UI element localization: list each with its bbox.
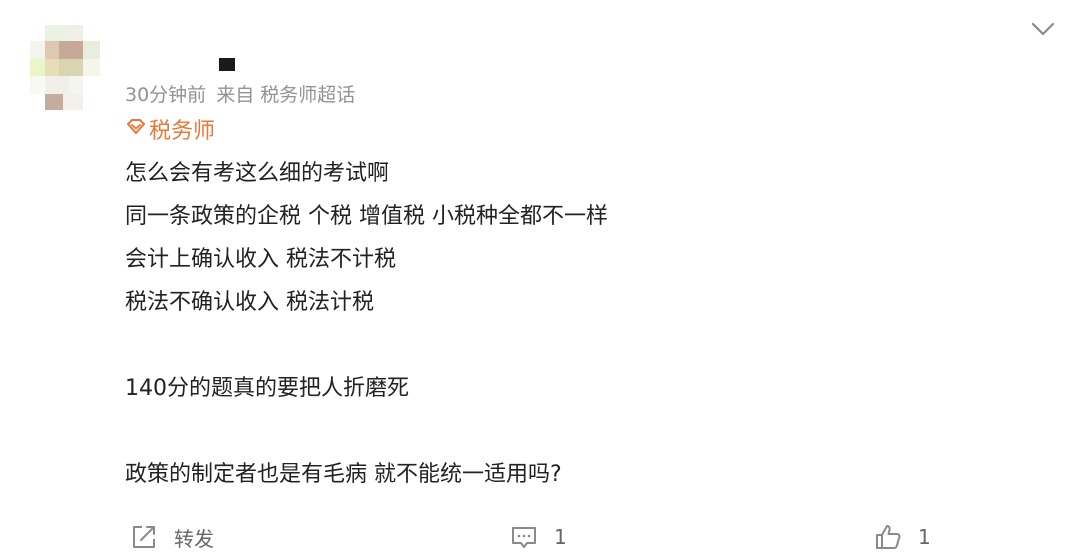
- username-redacted: [219, 58, 235, 71]
- post-content: 怎么会有考这么细的考试啊 同一条政策的企税 个税 增值税 小税种全都不一样 会计…: [125, 152, 1025, 496]
- post-source[interactable]: 来自 税务师超话: [216, 84, 355, 106]
- post-meta: 30分钟前 来自 税务师超话: [125, 80, 355, 107]
- post-time: 30分钟前: [125, 84, 207, 106]
- repost-label: 转发: [174, 526, 214, 551]
- avatar[interactable]: [30, 25, 100, 110]
- comment-button[interactable]: 1: [510, 520, 567, 554]
- comment-icon: [510, 523, 538, 551]
- content-blank-line: [125, 410, 1025, 453]
- share-icon: [130, 523, 158, 551]
- comment-count: 1: [554, 525, 567, 549]
- supertopic-diamond-icon: [125, 117, 149, 142]
- content-line: 会计上确认收入 税法不计税: [125, 247, 396, 272]
- supertopic-badge[interactable]: 税务师: [125, 115, 216, 144]
- content-blank-line: [125, 324, 1025, 367]
- content-line: 怎么会有考这么细的考试啊: [125, 161, 390, 186]
- repost-button[interactable]: 转发: [130, 520, 214, 554]
- content-line: 政策的制定者也是有毛病 就不能统一适用吗?: [125, 462, 562, 487]
- thumbs-up-icon: [874, 523, 902, 551]
- chevron-down-icon[interactable]: [1030, 18, 1056, 40]
- like-count: 1: [918, 525, 931, 549]
- badge-label: 税务师: [149, 119, 216, 144]
- content-line: 140分的题真的要把人折磨死: [125, 376, 409, 401]
- like-button[interactable]: 1: [874, 520, 931, 554]
- content-line: 税法不确认收入 税法计税: [125, 290, 374, 315]
- content-line: 同一条政策的企税 个税 增值税 小税种全都不一样: [125, 204, 608, 229]
